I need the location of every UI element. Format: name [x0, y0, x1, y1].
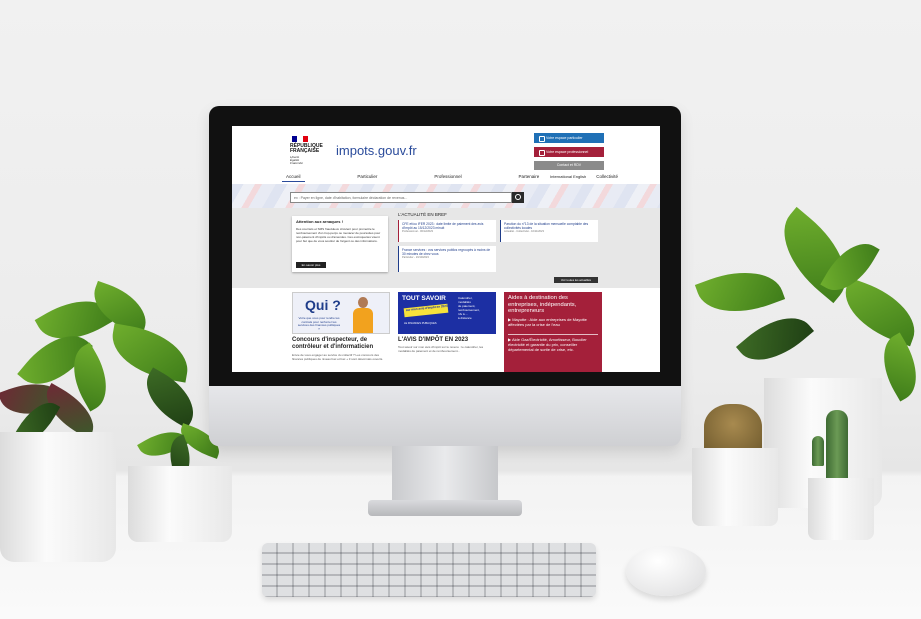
card-body: Tout savoir sur mon avis d'impôt sur le …	[398, 345, 484, 353]
round-cactus	[704, 404, 762, 454]
all-news-button[interactable]: Voir toutes les actualités	[554, 277, 598, 283]
news-meta: Particulier - 23/10/2023	[402, 256, 429, 259]
recruitment-card[interactable]: Qui ? Votre que vous pour rendre les con…	[292, 292, 390, 372]
alert-more-button[interactable]: En savoir plus	[296, 262, 326, 268]
search-input[interactable]: ex : Payer en ligne, date d'habitation, …	[290, 192, 512, 203]
recruitment-image-title: Qui ?	[305, 297, 341, 313]
card-title: L'AVIS D'IMPÔT EN 2023	[398, 337, 469, 343]
aid-item[interactable]: ▶ Mayotte : Aide aux entreprises de Mayo…	[508, 317, 598, 327]
espace-particulier-label: Votre espace particulier	[546, 136, 583, 140]
lock-icon	[539, 136, 545, 142]
monitor-screen: RÉPUBLIQUE FRANÇAISE Liberté Égalité Fra…	[232, 126, 660, 372]
alert-body: Des courriels et SMS frauduleux circulen…	[296, 227, 381, 243]
divider	[508, 334, 598, 335]
motto-label: Liberté Égalité Fraternité	[290, 155, 303, 165]
column-cactus	[826, 410, 848, 482]
column-cactus-arm	[812, 436, 824, 466]
recruitment-image-subtitle: Votre que vous pour rendre les contrats …	[297, 316, 341, 331]
tax-image-title: TOUT SAVOIR	[402, 295, 446, 302]
monitor-base	[368, 500, 522, 516]
news-text: France services : vos services publics r…	[402, 248, 491, 256]
left-pot-large	[0, 432, 116, 562]
news-item[interactable]: CFE et/ou IFER 2023 : date limite de pai…	[398, 220, 496, 242]
person-illustration	[351, 297, 375, 333]
alert-title: Attention aux arnaques !	[296, 219, 343, 224]
news-meta: Professionnel - 06/12/2023	[402, 230, 434, 233]
tax-image-list: Calendrier, modalités de paiement, rembo…	[458, 296, 480, 320]
news-heading: L'ACTUALITÉ EN BREF	[398, 212, 447, 217]
nav-accueil[interactable]: Accueil	[282, 172, 305, 182]
news-text: CFE et/ou IFER 2023 : date limite de pai…	[402, 222, 484, 230]
monitor-chin	[209, 386, 681, 446]
left-pot-small	[128, 466, 232, 542]
keyboard	[262, 543, 596, 597]
card-title: Aides à destination des entreprises, ind…	[508, 295, 577, 314]
lock-icon	[539, 150, 545, 156]
site-header: RÉPUBLIQUE FRANÇAISE Liberté Égalité Fra…	[232, 126, 660, 174]
business-aid-card[interactable]: Aides à destination des entreprises, ind…	[504, 292, 602, 372]
search-icon[interactable]	[512, 192, 524, 203]
espace-professionnel-button[interactable]: Votre espace professionnel	[534, 147, 604, 157]
recruitment-image: Qui ? Votre que vous pour rendre les con…	[292, 292, 390, 334]
scam-alert-card: Attention aux arnaques ! Des courriels e…	[292, 216, 388, 272]
nav-particulier[interactable]: Particulier	[353, 172, 381, 182]
espace-particulier-button[interactable]: Votre espace particulier	[534, 133, 604, 143]
news-item[interactable]: France services : vos services publics r…	[398, 246, 496, 272]
business-aid-box: Aides à destination des entreprises, ind…	[504, 292, 602, 372]
tax-image-logo: LE FINANCES PUBLIQUES	[404, 322, 437, 325]
language-links[interactable]: International English	[550, 174, 586, 179]
card-body: Envie de vous engager au service du coll…	[292, 353, 384, 361]
tax-notice-image: TOUT SAVOIR sur mon avis d'impôt en 2023…	[398, 292, 496, 334]
card-title: Concours d'inspecteur, de contrôleur et …	[292, 337, 374, 350]
republique-francaise-label: RÉPUBLIQUE FRANÇAISE	[290, 143, 323, 154]
marianne-flag-icon	[292, 136, 308, 142]
small-cactus-pot	[808, 478, 874, 540]
tax-image-sticker: sur mon avis d'impôt en 2023	[403, 303, 449, 318]
contact-rdv-button[interactable]: Contact et RDV	[534, 161, 604, 170]
nav-professionnel[interactable]: Professionnel	[430, 172, 465, 182]
news-text: Parution du n°13 de la situation mensuel…	[504, 222, 589, 230]
monitor-stand	[392, 446, 498, 504]
espace-professionnel-label: Votre espace professionnel	[546, 150, 589, 154]
mouse	[626, 546, 706, 596]
nav-collectivite[interactable]: Collectivité	[592, 172, 622, 182]
nav-partenaire[interactable]: Partenaire	[515, 172, 544, 182]
site-brand[interactable]: impots.gouv.fr	[336, 143, 417, 158]
aid-item[interactable]: ▶ Aide Gaz/Électricité, Amortisseur, Bou…	[508, 337, 598, 352]
news-item[interactable]: Parution du n°13 de la situation mensuel…	[500, 220, 598, 242]
cactus-pot	[692, 448, 778, 526]
desk-scene: RÉPUBLIQUE FRANÇAISE Liberté Égalité Fra…	[0, 0, 921, 619]
news-meta: Actualité - Collectivité - 16/11/2023	[504, 230, 544, 233]
tax-notice-card[interactable]: TOUT SAVOIR sur mon avis d'impôt en 2023…	[398, 292, 496, 372]
